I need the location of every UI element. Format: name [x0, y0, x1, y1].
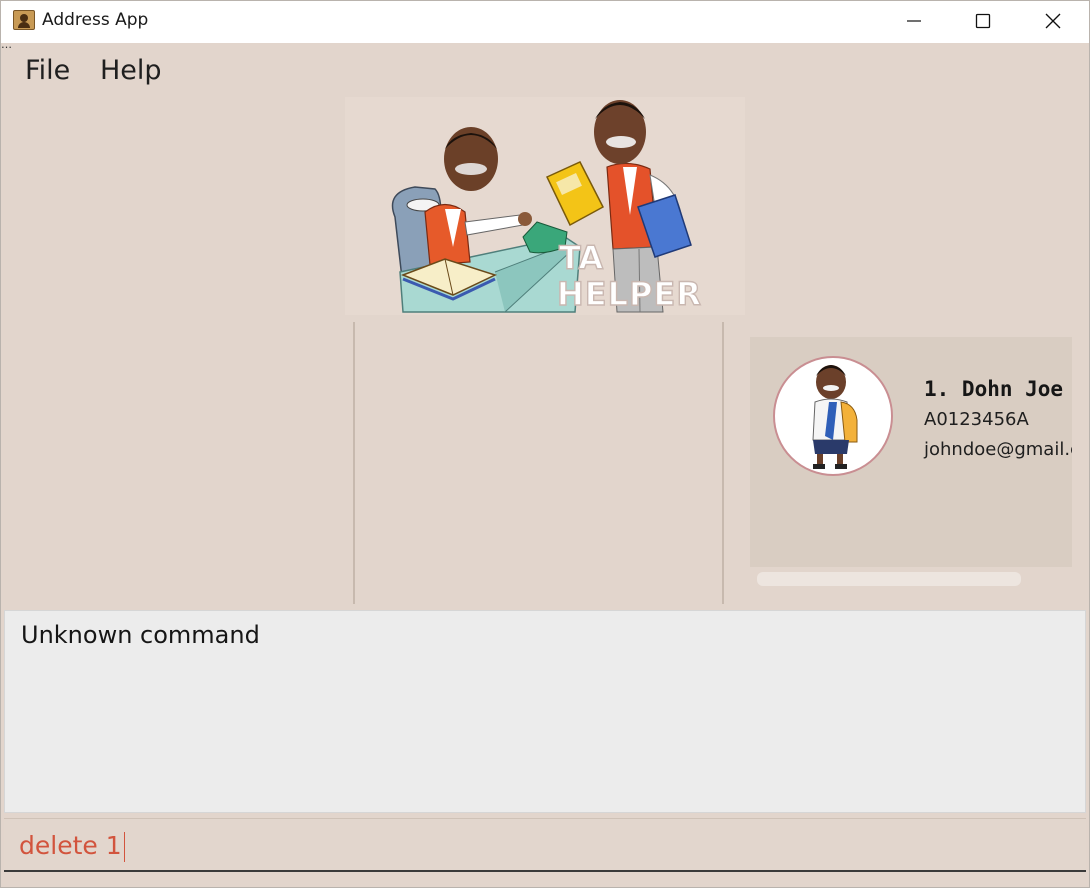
menu-file[interactable]: File [25, 55, 70, 86]
title-bar: Address App [1, 1, 1089, 43]
menu-bar: File Help [1, 45, 1089, 97]
address-book-icon [13, 10, 35, 30]
command-input-text: delete 1 [19, 831, 122, 860]
result-display[interactable]: Unknown command [4, 610, 1086, 813]
person-name: 1. Dohn Joe [924, 377, 1064, 401]
command-input[interactable]: delete 1 [4, 818, 1086, 872]
horizontal-scrollbar[interactable] [757, 572, 1021, 586]
banner-illustration: TA HELPER [391, 100, 702, 314]
maximize-button[interactable] [948, 1, 1018, 41]
minimize-button[interactable] [879, 1, 949, 41]
person-card[interactable]: 1. Dohn Joe A0123456A johndoe@gmail.com [750, 337, 1072, 567]
close-icon [1045, 13, 1061, 29]
person-avatar-illustration [812, 365, 858, 469]
close-button[interactable] [1018, 1, 1088, 41]
minimize-icon [907, 20, 921, 22]
window-title: Address App [42, 10, 149, 30]
banner-text-helper: HELPER [557, 275, 702, 313]
maximize-icon [975, 13, 991, 29]
person-student-id: A0123456A [924, 409, 1029, 430]
app-window: Address App … File Help TA HELPER 1. Doh… [0, 0, 1090, 888]
person-email: johndoe@gmail.com [924, 439, 1072, 460]
panel-divider-left[interactable] [353, 322, 355, 604]
ta-helper-banner: TA HELPER [345, 97, 745, 315]
banner-text-ta: TA [559, 239, 603, 277]
menu-help[interactable]: Help [100, 55, 162, 86]
result-message: Unknown command [21, 621, 260, 649]
text-caret [124, 832, 125, 862]
panel-divider-right[interactable] [722, 322, 724, 604]
avatar [773, 356, 893, 476]
